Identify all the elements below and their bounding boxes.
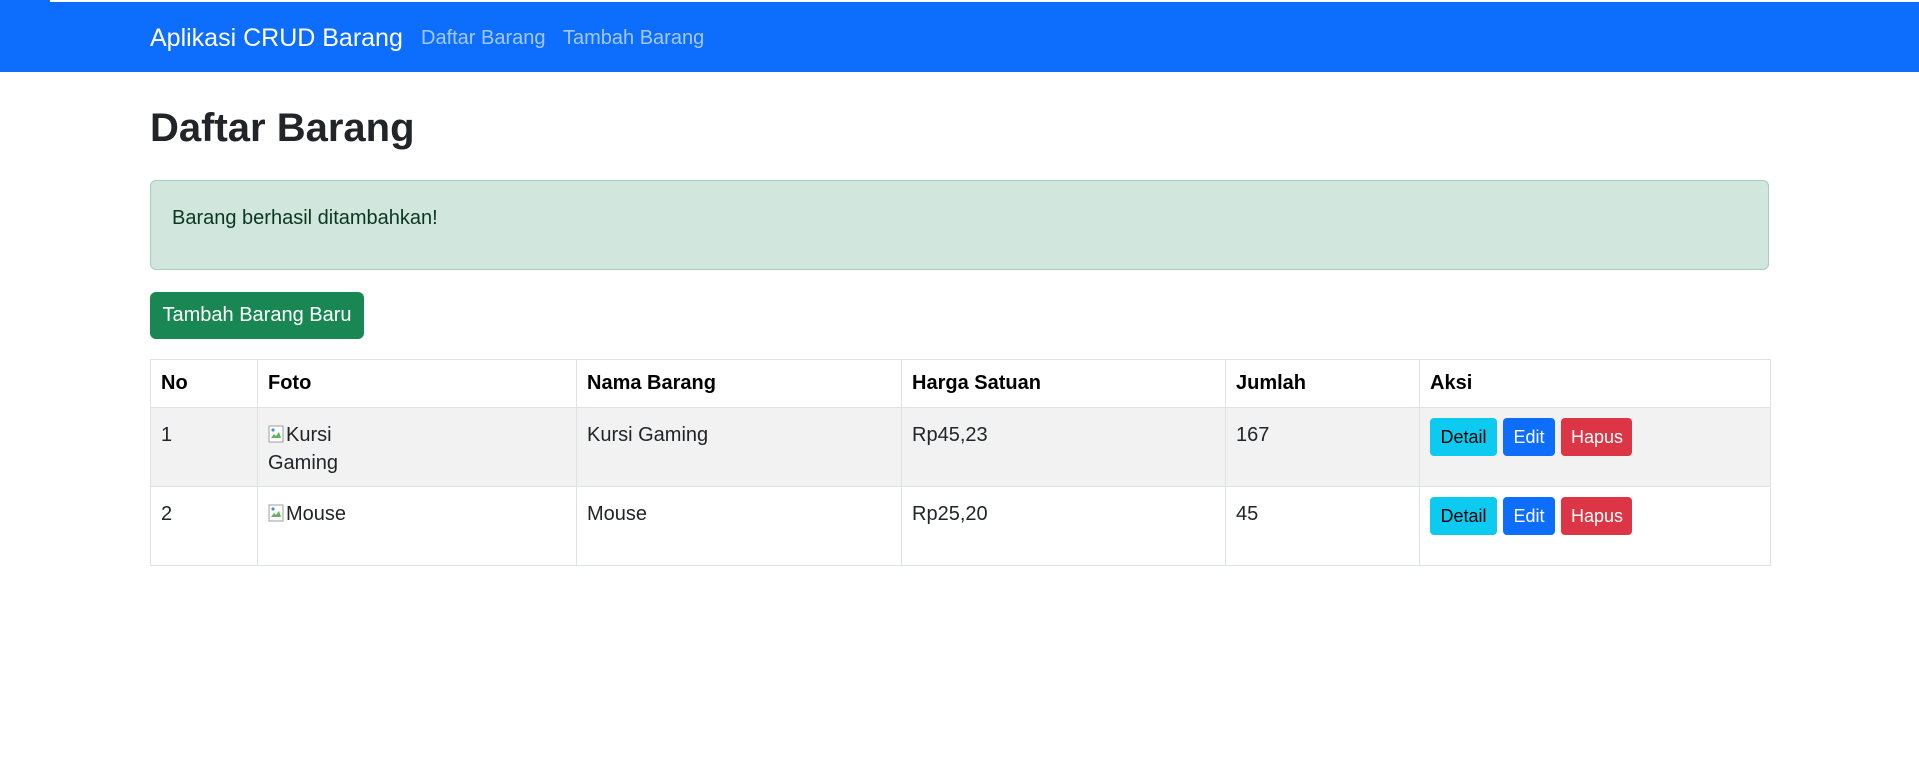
cell-harga-satuan: Rp45,23 [901,407,1226,487]
row-actions: Detail Edit Hapus [1430,418,1760,456]
cell-jumlah: 45 [1225,486,1420,566]
nav-link-tambah-barang[interactable]: Tambah Barang [563,26,704,50]
cell-nama-barang: Kursi Gaming [576,407,902,487]
table-header-row: No Foto Nama Barang Harga Satuan Jumlah … [150,359,1771,408]
row-actions: Detail Edit Hapus [1430,497,1760,535]
header-aksi: Aksi [1419,359,1771,408]
header-jumlah: Jumlah [1225,359,1420,408]
detail-button[interactable]: Detail [1430,497,1497,535]
nav-link-daftar-barang[interactable]: Daftar Barang [421,26,546,50]
cell-foto: Kursi Gaming [257,407,577,487]
navbar: Aplikasi CRUD Barang Daftar Barang Tamba… [0,2,1919,72]
cell-harga-satuan: Rp25,20 [901,486,1226,566]
alert-message: Barang berhasil ditambahkan! [172,207,438,229]
image-alt-text: Mouse [286,503,347,525]
broken-image-icon [268,425,284,443]
detail-button[interactable]: Detail [1430,418,1497,456]
page-title: Daftar Barang [150,106,415,150]
broken-image: Kursi Gaming [268,421,348,477]
table-row: 2 Mouse Mouse Rp25,20 45 Detail Edit Hap… [150,486,1771,566]
edit-button[interactable]: Edit [1503,497,1555,535]
header-nama-barang: Nama Barang [576,359,902,408]
delete-button[interactable]: Hapus [1561,497,1632,535]
broken-image: Mouse [268,500,346,528]
cell-aksi: Detail Edit Hapus [1419,486,1771,566]
cell-nama-barang: Mouse [576,486,902,566]
cell-no: 2 [150,486,258,566]
broken-image-icon [268,504,284,522]
header-harga-satuan: Harga Satuan [901,359,1226,408]
delete-button[interactable]: Hapus [1561,418,1632,456]
cell-foto: Mouse [257,486,577,566]
success-alert: Barang berhasil ditambahkan! [150,180,1769,270]
cell-jumlah: 167 [1225,407,1420,487]
cell-no: 1 [150,407,258,487]
header-no: No [150,359,258,408]
table-row: 1 Kursi Gaming Kursi Gaming Rp45,23 167 … [150,407,1771,487]
cell-aksi: Detail Edit Hapus [1419,407,1771,487]
edit-button[interactable]: Edit [1503,418,1555,456]
items-table: No Foto Nama Barang Harga Satuan Jumlah … [150,359,1771,566]
add-item-button[interactable]: Tambah Barang Baru [150,292,364,339]
navbar-brand[interactable]: Aplikasi CRUD Barang [150,23,403,53]
header-foto: Foto [257,359,577,408]
